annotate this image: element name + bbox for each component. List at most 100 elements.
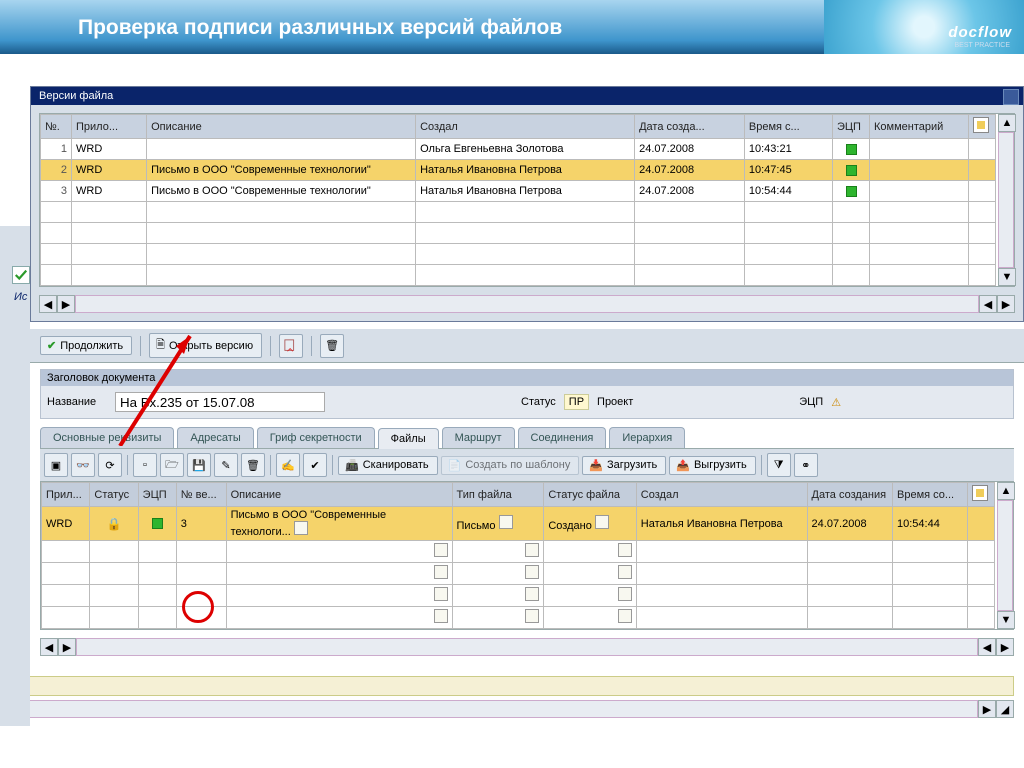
scroll-up-icon[interactable]: ▲ — [997, 482, 1015, 500]
empty-row — [41, 265, 996, 286]
lock-icon: 🔒 — [107, 517, 122, 531]
delete-button[interactable]: 🗑 — [320, 334, 344, 358]
dropdown-icon[interactable] — [434, 609, 448, 623]
action-toolbar: ✔Продолжить 🗎Открыть версию 🗑 — [30, 328, 1024, 363]
dropdown-icon[interactable] — [499, 515, 513, 529]
tab-secrecy[interactable]: Гриф секретности — [257, 427, 375, 448]
version-row-selected[interactable]: 2WRDПисьмо в ООО "Современные технологии… — [41, 160, 996, 181]
tool-icon-button[interactable]: 💾 — [187, 453, 211, 477]
tool-icon-button[interactable]: 🗁 — [160, 453, 184, 477]
tool-icon-button[interactable]: ✎ — [214, 453, 238, 477]
tool-icon-button[interactable]: 👓 — [71, 453, 95, 477]
scroll-right-icon[interactable]: ▶ — [978, 700, 996, 718]
tab-main[interactable]: Основные реквизиты — [40, 427, 174, 448]
vertical-scrollbar[interactable]: ▲ ▼ — [997, 482, 1013, 629]
tool-icon-button[interactable]: ⟳ — [98, 453, 122, 477]
scroll-left-end-icon[interactable]: ◀ — [979, 295, 997, 313]
vertical-scrollbar[interactable]: ▲ ▼ — [998, 114, 1014, 286]
dropdown-icon[interactable] — [525, 587, 539, 601]
tool-icon-button[interactable]: ▫ — [133, 453, 157, 477]
col-desc[interactable]: Описание — [226, 483, 452, 507]
col-fstat[interactable]: Статус файла — [544, 483, 636, 507]
version-row[interactable]: 3WRDПисьмо в ООО "Современные технологии… — [41, 181, 996, 202]
col-app[interactable]: Прил... — [42, 483, 90, 507]
unload-button[interactable]: 📤Выгрузить — [669, 456, 755, 475]
tool-icon-button[interactable]: 🗑 — [241, 453, 265, 477]
dropdown-icon[interactable] — [434, 543, 448, 557]
scan-button[interactable]: 📠Сканировать — [338, 456, 438, 475]
versions-grid[interactable]: №. Прило... Описание Создал Дата созда..… — [40, 114, 996, 286]
tab-hierarchy[interactable]: Иерархия — [609, 427, 685, 448]
col-no[interactable]: №. — [41, 115, 72, 139]
col-app[interactable]: Прило... — [72, 115, 147, 139]
bg-check-button[interactable] — [12, 266, 30, 284]
tab-route[interactable]: Маршрут — [442, 427, 515, 448]
dropdown-icon[interactable] — [618, 609, 632, 623]
col-date[interactable]: Дата созда... — [635, 115, 745, 139]
dropdown-icon[interactable] — [525, 609, 539, 623]
close-icon[interactable] — [1003, 89, 1019, 105]
col-ecp[interactable]: ЭЦП — [833, 115, 870, 139]
resize-grip-icon[interactable]: ◢ — [996, 700, 1014, 718]
tool-icon-button[interactable]: ⚭ — [794, 453, 818, 477]
dropdown-icon[interactable] — [618, 565, 632, 579]
scroll-left-icon[interactable]: ◀ — [39, 295, 57, 313]
col-desc[interactable]: Описание — [147, 115, 416, 139]
trash-icon: 🗑 — [325, 339, 339, 352]
col-ver[interactable]: № ве... — [176, 483, 226, 507]
col-time[interactable]: Время со... — [893, 483, 968, 507]
col-date[interactable]: Дата создания — [807, 483, 892, 507]
file-row-selected[interactable]: WRD 🔒 3 Письмо в ООО "Современные технол… — [42, 507, 995, 541]
scroll-up-icon[interactable]: ▲ — [998, 114, 1016, 132]
dropdown-icon[interactable] — [294, 521, 308, 535]
tab-addresses[interactable]: Адресаты — [177, 427, 253, 448]
dropdown-icon[interactable] — [434, 565, 448, 579]
tool-icon-button[interactable]: ✔ — [303, 453, 327, 477]
scroll-down-icon[interactable]: ▼ — [997, 611, 1015, 629]
col-ecp[interactable]: ЭЦП — [138, 483, 176, 507]
col-by[interactable]: Создал — [636, 483, 807, 507]
horizontal-scrollbar[interactable]: ◀ ▶ ◀ ▶ — [39, 295, 1015, 313]
version-row[interactable]: 1WRDОльга Евгеньевна Золотова24.07.20081… — [41, 139, 996, 160]
scroll-left-icon[interactable]: ◀ — [40, 638, 58, 656]
upload-icon: 📤 — [676, 459, 690, 472]
col-by[interactable]: Создал — [416, 115, 635, 139]
continue-button[interactable]: ✔Продолжить — [40, 336, 132, 355]
scroll-right-end-icon[interactable]: ▶ — [997, 295, 1015, 313]
dropdown-icon[interactable] — [525, 543, 539, 557]
table-settings-icon — [973, 117, 989, 133]
tab-connections[interactable]: Соединения — [518, 427, 607, 448]
col-type[interactable]: Тип файла — [452, 483, 544, 507]
col-settings[interactable] — [969, 115, 996, 139]
scroll-down-icon[interactable]: ▼ — [998, 268, 1016, 286]
tab-files[interactable]: Файлы — [378, 428, 439, 449]
scroll-right-end-icon[interactable]: ▶ — [996, 638, 1014, 656]
dropdown-icon[interactable] — [595, 515, 609, 529]
scroll-left-end-icon[interactable]: ◀ — [978, 638, 996, 656]
filter-button[interactable]: ⧩ — [767, 453, 791, 477]
slide-banner: Проверка подписи различных версий файлов… — [0, 0, 1024, 54]
window-horizontal-scrollbar[interactable]: ◀ ▶ ◢ — [0, 700, 1014, 718]
ecp-ok-icon — [846, 165, 857, 176]
tool-icon-button[interactable]: ✍ — [276, 453, 300, 477]
load-button[interactable]: 📥Загрузить — [582, 456, 666, 475]
status-bar — [0, 676, 1014, 696]
files-grid[interactable]: Прил... Статус ЭЦП № ве... Описание Тип … — [41, 482, 995, 629]
scroll-right-icon[interactable]: ▶ — [58, 638, 76, 656]
scroll-right-icon[interactable]: ▶ — [57, 295, 75, 313]
sign-check-button[interactable] — [279, 334, 303, 358]
open-version-button[interactable]: 🗎Открыть версию — [149, 333, 262, 358]
files-horizontal-scrollbar[interactable]: ◀ ▶ ◀ ▶ — [40, 638, 1014, 656]
empty-row — [42, 563, 995, 585]
col-status[interactable]: Статус — [90, 483, 138, 507]
name-input[interactable] — [115, 392, 325, 412]
tool-icon-button[interactable]: ▣ — [44, 453, 68, 477]
check-icon — [14, 268, 28, 282]
dropdown-icon[interactable] — [525, 565, 539, 579]
col-cmt[interactable]: Комментарий — [870, 115, 969, 139]
col-settings[interactable] — [968, 483, 995, 507]
dropdown-icon[interactable] — [618, 543, 632, 557]
dropdown-icon[interactable] — [618, 587, 632, 601]
dropdown-icon[interactable] — [434, 587, 448, 601]
col-time[interactable]: Время с... — [744, 115, 832, 139]
